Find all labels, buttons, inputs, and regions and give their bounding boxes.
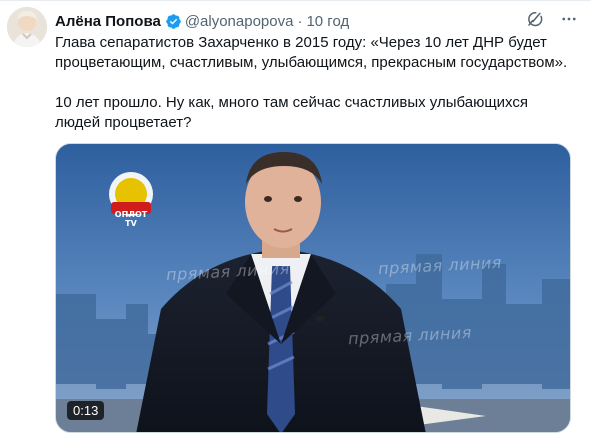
author-handle[interactable]: @alyonapopova [185,13,294,30]
tweet-timestamp[interactable]: 10 год [306,13,349,30]
grok-button[interactable] [525,9,545,29]
avatar[interactable] [7,7,47,47]
tweet-actions [525,9,579,29]
more-icon [562,17,576,21]
tweet-text-paragraph-1: Глава сепаратистов Захарченко в 2015 год… [55,34,568,71]
video-frame [56,144,570,432]
channel-logo: ОПЛОТ TV [114,210,148,228]
verified-badge-icon [166,13,181,29]
grok-icon [528,12,543,27]
video-player[interactable]: ОПЛОТ TV прямая линия прямая линия пряма… [55,143,571,433]
author-name[interactable]: Алёна Попова [55,13,161,30]
tweet-text: Глава сепаратистов Захарченко в 2015 год… [55,33,575,133]
tweet-text-paragraph-2: 10 лет прошло. Ну как, много там сейчас … [55,94,533,131]
separator-dot: · [297,12,303,30]
video-duration: 0:13 [67,401,105,420]
more-button[interactable] [559,9,579,29]
tweet: Алёна Попова @alyonapopova · 10 год Глав… [0,0,591,442]
tweet-header: Алёна Попова @alyonapopova · 10 год [55,10,581,32]
